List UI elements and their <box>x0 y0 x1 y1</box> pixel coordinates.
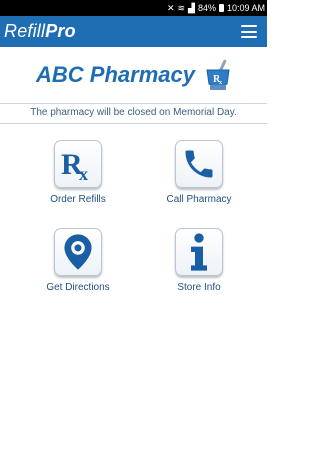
pharmacy-name: ABC Pharmacy <box>36 62 195 87</box>
rx-icon: R x <box>61 148 88 184</box>
order-refills-icon-box: R x <box>54 140 102 188</box>
phone-icon <box>185 150 213 178</box>
store-info-label: Store Info <box>177 282 221 293</box>
app-title-regular: Refill <box>4 21 46 41</box>
battery-percent: 84% <box>197 3 216 13</box>
mute-icon: ✕ <box>166 3 175 13</box>
closure-notice: The pharmacy will be closed on Memorial … <box>0 104 267 124</box>
app-bar: RefillPro <box>0 16 267 47</box>
get-directions-icon-box <box>54 228 102 276</box>
app-title-bold: Pro <box>45 21 76 41</box>
app-title: RefillPro <box>4 21 76 42</box>
store-info-button[interactable]: Store Info <box>149 228 249 293</box>
pharmacy-header: ABC Pharmacy R x <box>0 47 267 104</box>
get-directions-label: Get Directions <box>46 282 110 293</box>
svg-text:x: x <box>219 80 222 86</box>
map-pin-icon <box>64 234 92 270</box>
order-refills-button[interactable]: R x Order Refills <box>28 140 128 205</box>
mortar-pestle-rx-icon: R x <box>206 59 230 90</box>
wifi-icon: ≋ <box>177 3 186 13</box>
status-time: 10:09 AM <box>226 3 265 13</box>
get-directions-button[interactable]: Get Directions <box>28 228 128 293</box>
call-pharmacy-icon-box <box>175 140 223 188</box>
battery-icon <box>218 4 224 12</box>
order-refills-label: Order Refills <box>50 194 106 205</box>
call-pharmacy-label: Call Pharmacy <box>166 194 232 205</box>
svg-text:x: x <box>79 164 88 184</box>
call-pharmacy-button[interactable]: Call Pharmacy <box>149 140 249 205</box>
hamburger-icon[interactable] <box>241 25 257 38</box>
store-info-icon-box <box>175 228 223 276</box>
info-icon <box>191 233 207 271</box>
signal-icon: ▟ <box>188 3 195 13</box>
status-bar: ✕ ≋ ▟ 84% 10:09 AM <box>0 0 267 16</box>
